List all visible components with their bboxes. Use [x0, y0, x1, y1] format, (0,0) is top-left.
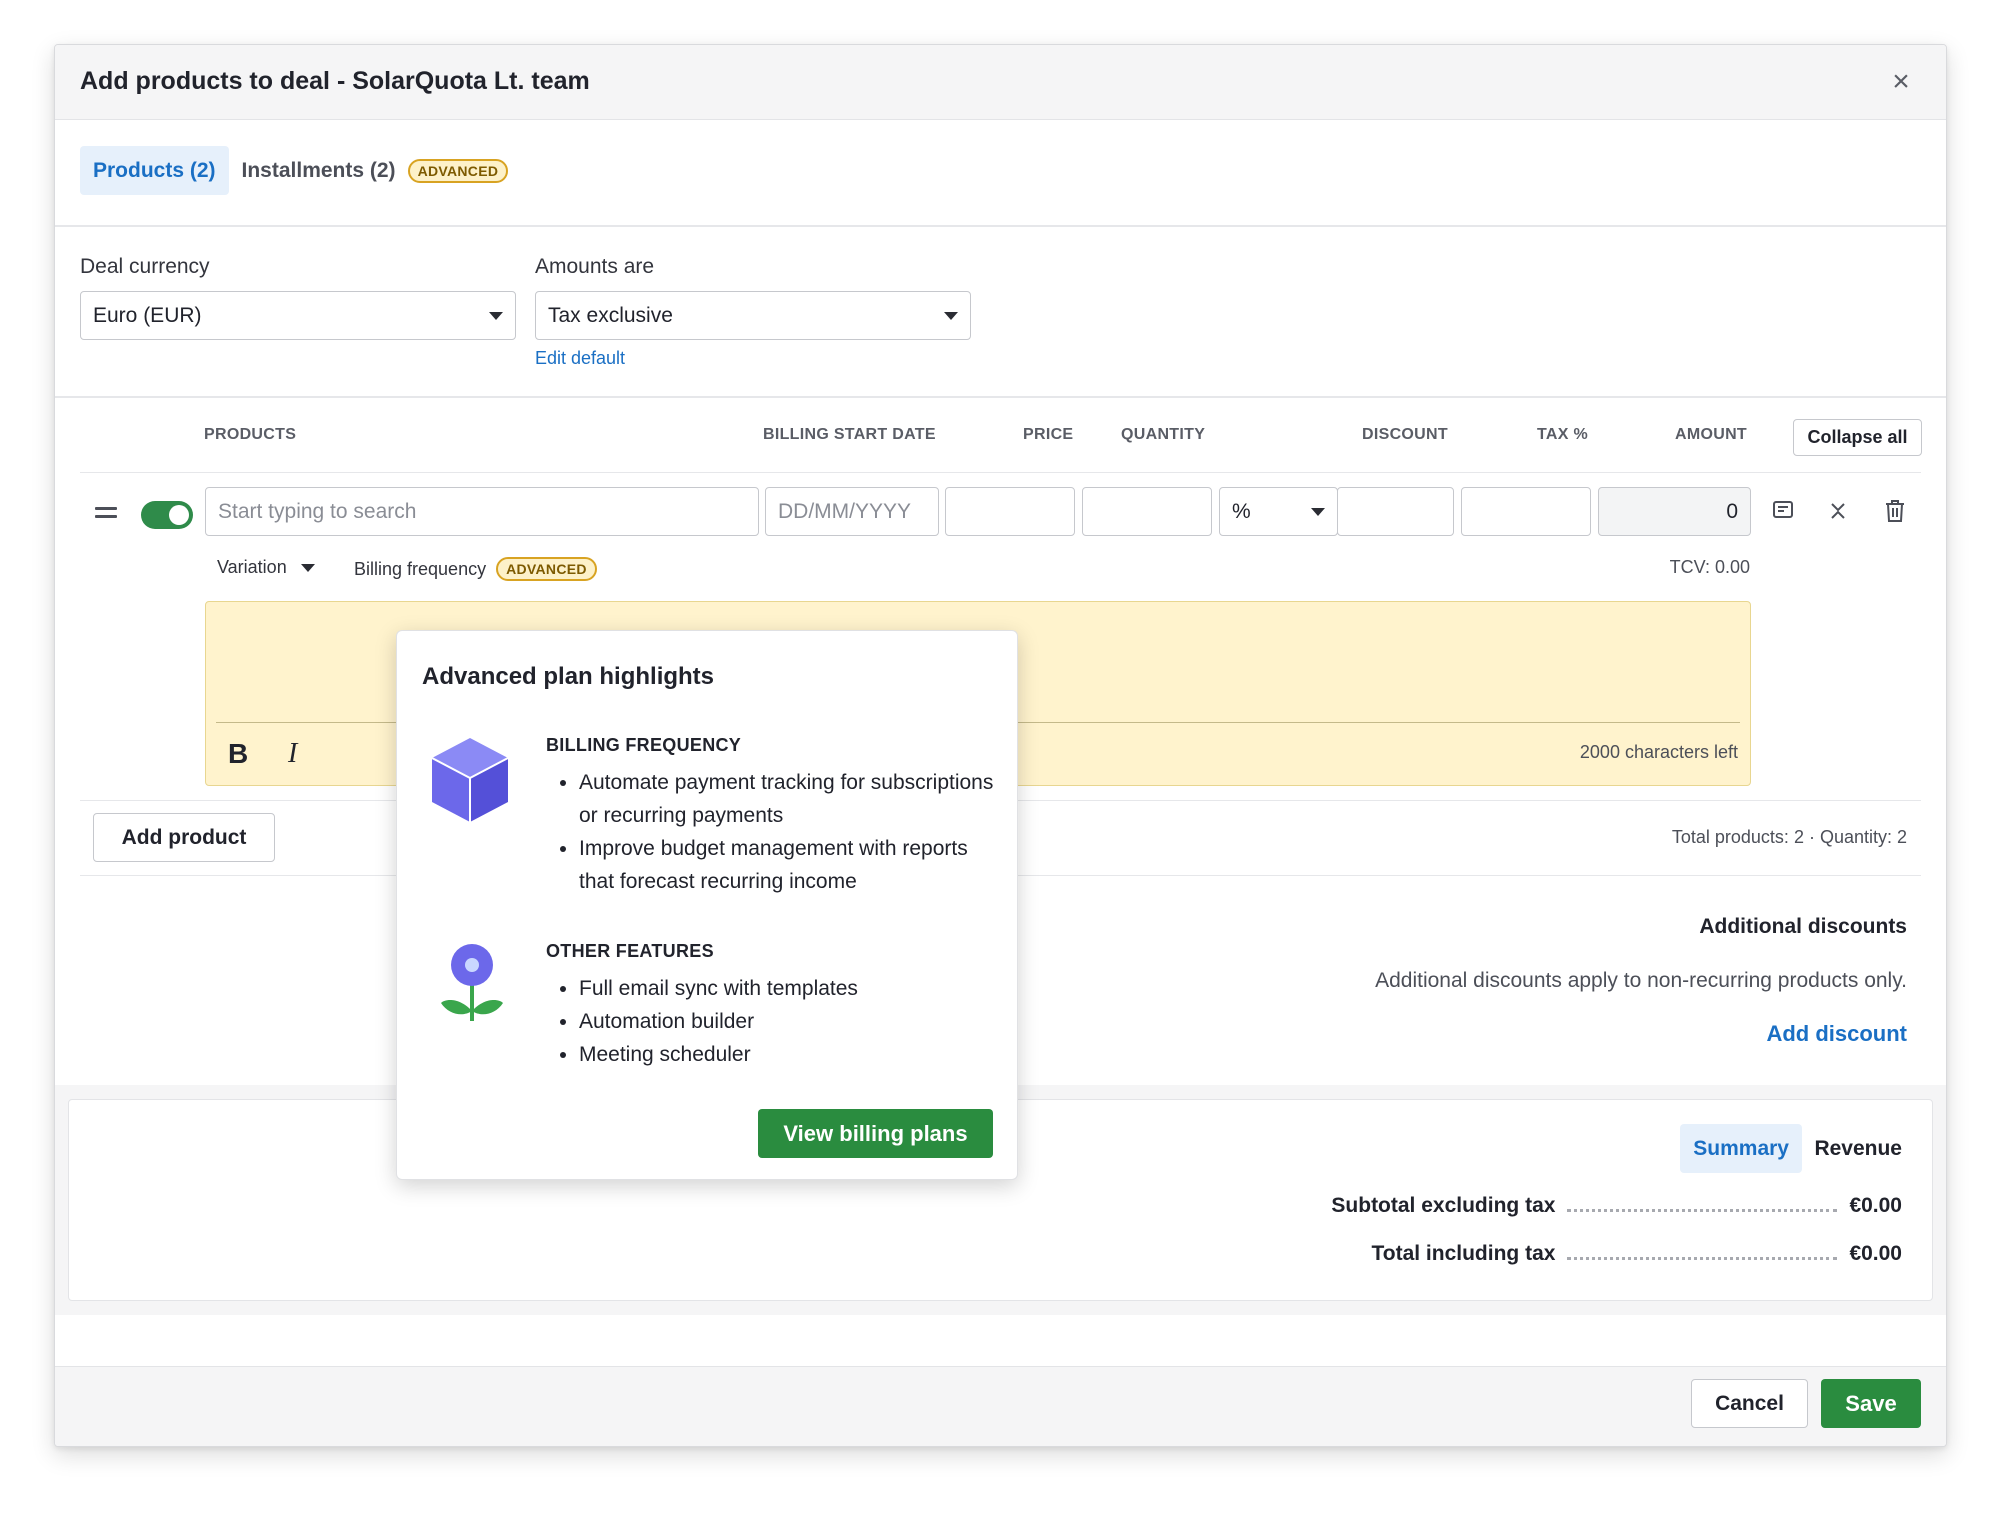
col-tax: TAX % [1537, 426, 1588, 443]
bold-button[interactable]: B [228, 738, 248, 770]
billing-start-date-input[interactable]: DD/MM/YYYY [765, 487, 939, 536]
subtotal-row: Subtotal excluding tax €0.00 [1331, 1194, 1902, 1218]
divider [80, 472, 1921, 473]
other-features-heading: OTHER FEATURES [546, 941, 714, 961]
product-toggle[interactable] [141, 501, 193, 529]
additional-discounts-title: Additional discounts [1699, 915, 1907, 938]
dialog-footer: Cancel Save [55, 1366, 1946, 1446]
billing-frequency-heading: BILLING FREQUENCY [546, 735, 742, 755]
list-item: Improve budget management with reports t… [546, 832, 996, 898]
col-amount: AMOUNT [1675, 426, 1748, 443]
divider [55, 225, 1946, 227]
subtotal-value: €0.00 [1849, 1194, 1902, 1217]
discount-type-select[interactable]: % [1219, 487, 1338, 536]
billing-frequency-label: Billing frequency [354, 558, 487, 579]
dialog-header: Add products to deal - SolarQuota Lt. te… [55, 45, 1946, 120]
caret-down-icon [300, 563, 315, 572]
tab-installments[interactable]: Installments (2) ADVANCED [229, 146, 522, 195]
col-discount: DISCOUNT [1362, 426, 1448, 443]
caret-down-icon [944, 311, 958, 320]
tab-installments-label: Installments (2) [241, 158, 396, 182]
add-discount-link[interactable]: Add discount [1766, 1021, 1907, 1047]
italic-button[interactable]: I [288, 738, 297, 770]
note-icon[interactable] [1767, 495, 1799, 527]
tax-input[interactable] [1461, 487, 1591, 536]
list-item: Automate payment tracking for subscripti… [546, 766, 996, 832]
currency-label: Deal currency [80, 255, 210, 278]
add-product-button[interactable]: Add product [93, 813, 275, 862]
quantity-input[interactable] [1082, 487, 1212, 536]
total-row: Total including tax €0.00 [1371, 1242, 1902, 1266]
col-price: PRICE [1023, 426, 1074, 443]
caret-down-icon [489, 311, 503, 320]
collapse-row-icon[interactable] [1823, 495, 1855, 527]
tab-products[interactable]: Products (2) [80, 146, 229, 195]
col-quantity: QUANTITY [1121, 426, 1206, 443]
add-products-dialog: Add products to deal - SolarQuota Lt. te… [54, 44, 1947, 1447]
advanced-badge: ADVANCED [496, 557, 597, 581]
discount-input[interactable] [1337, 487, 1454, 536]
amounts-value: Tax exclusive [548, 303, 673, 327]
list-item: Meeting scheduler [546, 1038, 986, 1071]
products-totals: Total products: 2 · Quantity: 2 [1671, 827, 1907, 847]
advanced-badge: ADVANCED [407, 158, 509, 183]
price-input[interactable] [945, 487, 1075, 536]
billing-frequency-list: Automate payment tracking for subscripti… [546, 766, 996, 898]
variation-dropdown[interactable]: Variation [217, 557, 315, 578]
dot-leader [1567, 1246, 1838, 1260]
total-value: €0.00 [1849, 1242, 1902, 1265]
trash-icon[interactable] [1879, 495, 1911, 527]
collapse-all-button[interactable]: Collapse all [1793, 419, 1922, 456]
drag-handle-icon[interactable] [95, 507, 117, 523]
list-item: Full email sync with templates [546, 972, 986, 1005]
popup-title: Advanced plan highlights [422, 663, 715, 690]
close-icon[interactable]: × [1884, 65, 1918, 99]
flower-icon [439, 943, 505, 1028]
box-icon [430, 736, 510, 829]
caret-down-icon [1311, 507, 1325, 516]
divider [55, 396, 1946, 398]
tab-revenue[interactable]: Revenue [1801, 1124, 1915, 1173]
amount-field: 0 [1598, 487, 1751, 536]
other-features-list: Full email sync with templates Automatio… [546, 972, 986, 1071]
amounts-label: Amounts are [535, 255, 655, 278]
view-billing-plans-button[interactable]: View billing plans [758, 1109, 993, 1158]
total-label: Total including tax [1371, 1242, 1556, 1265]
currency-select[interactable]: Euro (EUR) [80, 291, 516, 340]
product-search-input[interactable]: Start typing to search [205, 487, 759, 536]
additional-discounts-description: Additional discounts apply to non-recurr… [1375, 969, 1907, 992]
discount-type-value: % [1232, 499, 1251, 523]
edit-default-link[interactable]: Edit default [535, 348, 625, 369]
subtotal-label: Subtotal excluding tax [1331, 1194, 1556, 1217]
currency-value: Euro (EUR) [93, 303, 202, 327]
billing-frequency[interactable]: Billing frequency ADVANCED [354, 557, 597, 581]
col-products: PRODUCTS [204, 426, 297, 443]
variation-label: Variation [217, 557, 287, 577]
col-billing-start: BILLING START DATE [763, 426, 936, 443]
tab-summary[interactable]: Summary [1680, 1124, 1802, 1173]
characters-left: 2000 characters left [1579, 742, 1738, 762]
list-item: Automation builder [546, 1005, 986, 1038]
dot-leader [1567, 1198, 1838, 1212]
save-button[interactable]: Save [1821, 1379, 1921, 1428]
amounts-select[interactable]: Tax exclusive [535, 291, 971, 340]
dialog-tabs: Products (2) Installments (2) ADVANCED [80, 146, 521, 195]
cancel-button[interactable]: Cancel [1691, 1379, 1808, 1428]
advanced-plan-popup: Advanced plan highlights BILLING FREQUEN… [396, 630, 1018, 1180]
tcv-value: TCV: 0.00 [1669, 557, 1750, 577]
dialog-title: Add products to deal - SolarQuota Lt. te… [80, 67, 590, 95]
